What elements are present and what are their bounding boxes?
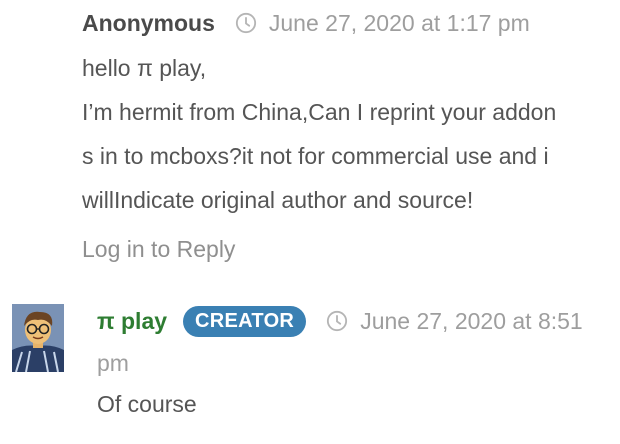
comment-meta: π play CREATOR June 27, 2020 at 8:51 — [97, 298, 620, 344]
comment-date: June 27, 2020 at 8:51 — [360, 307, 583, 334]
comment-content: π play CREATOR June 27, 2020 at 8:51 pm … — [97, 298, 620, 426]
login-to-reply-link[interactable]: Log in to Reply — [82, 236, 235, 263]
comment-line: willIndicate original author and source! — [82, 187, 474, 213]
clock-icon — [327, 310, 348, 332]
creator-badge: CREATOR — [183, 305, 307, 337]
comment-line: hello π play, — [82, 55, 207, 81]
comment-author[interactable]: π play — [97, 308, 167, 335]
clock-icon — [235, 12, 256, 34]
comment-line: I’m hermit from China,Can I reprint your… — [82, 99, 557, 125]
comment-anonymous: Anonymous June 27, 2020 at 1:17 pm hello… — [82, 0, 618, 263]
comment-text: Of course — [97, 391, 197, 417]
comment-text: hello π play, I’m hermit from China,Can … — [82, 46, 618, 222]
avatar-image — [12, 304, 64, 372]
comment-line: s in to mcboxs?it not for commercial use… — [82, 143, 549, 169]
comment-author: Anonymous — [82, 9, 215, 36]
comment-meta: Anonymous June 27, 2020 at 1:17 pm — [82, 0, 618, 46]
comment-date-continued: pm — [97, 350, 129, 376]
avatar — [12, 304, 64, 372]
comment-date: June 27, 2020 at 1:17 pm — [268, 9, 530, 36]
comment-creator-reply: π play CREATOR June 27, 2020 at 8:51 pm … — [0, 298, 620, 444]
